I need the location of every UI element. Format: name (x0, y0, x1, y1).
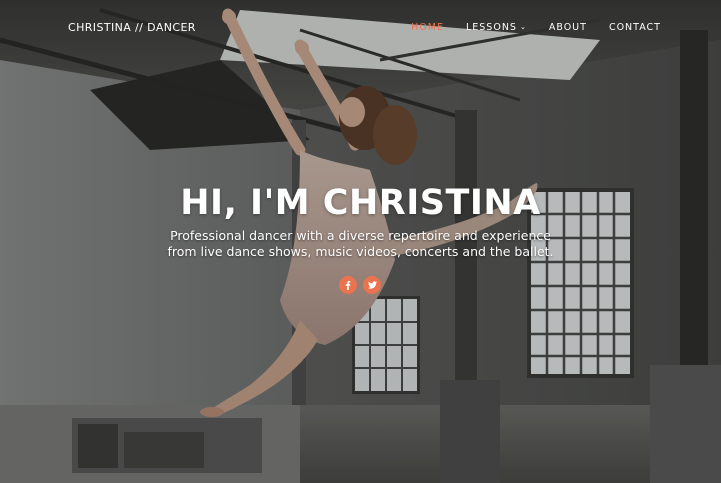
page: CHRISTINA // DANCER HOME LESSONS ⌄ ABOUT … (0, 0, 721, 483)
facebook-icon (345, 280, 351, 290)
chevron-down-icon: ⌄ (519, 23, 527, 31)
social-links (339, 276, 381, 294)
brand-logo[interactable]: CHRISTINA // DANCER (68, 21, 196, 34)
nav-item-about-label: ABOUT (548, 22, 587, 33)
nav-item-lessons-label: LESSONS (465, 22, 517, 33)
hero-tagline: Professional dancer with a diverse reper… (167, 228, 554, 259)
top-navbar: CHRISTINA // DANCER HOME LESSONS ⌄ ABOUT … (0, 0, 721, 56)
nav-item-home-label: HOME (411, 22, 444, 33)
facebook-button[interactable] (339, 276, 357, 294)
twitter-button[interactable] (363, 276, 381, 294)
hero-title: HI, I'M CHRISTINA (180, 183, 541, 223)
twitter-icon (367, 281, 377, 289)
nav-menu: HOME LESSONS ⌄ ABOUT CONTACT (389, 22, 661, 33)
nav-item-contact[interactable]: CONTACT (609, 22, 661, 33)
nav-item-home[interactable]: HOME (411, 22, 444, 33)
nav-item-lessons[interactable]: LESSONS ⌄ (466, 22, 527, 33)
nav-item-contact-label: CONTACT (608, 22, 661, 33)
hero-section: HI, I'M CHRISTINA Professional dancer wi… (0, 180, 721, 260)
nav-item-about[interactable]: ABOUT (549, 22, 587, 33)
